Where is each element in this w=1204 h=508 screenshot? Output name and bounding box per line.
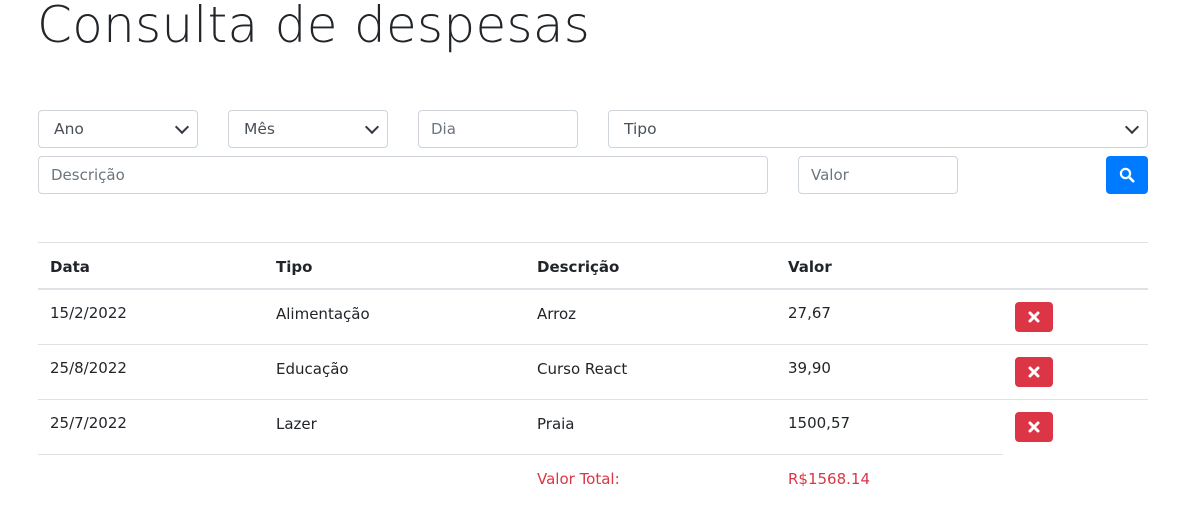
table-top-border: [38, 242, 1148, 243]
close-icon: [1028, 421, 1040, 433]
header-tipo: Tipo: [276, 258, 313, 276]
chevron-down-icon: [174, 119, 190, 134]
cell-valor: 39,90: [788, 359, 831, 377]
chevron-down-icon: [364, 119, 380, 134]
cell-tipo: Educação: [276, 360, 349, 378]
row-divider: [38, 399, 1148, 400]
valor-input-placeholder: Valor: [811, 166, 849, 184]
valor-input[interactable]: Valor: [798, 156, 958, 194]
cell-data: 25/8/2022: [50, 359, 127, 377]
cell-tipo: Alimentação: [276, 305, 370, 323]
delete-button[interactable]: [1015, 302, 1053, 332]
cell-descricao: Arroz: [537, 305, 577, 323]
chevron-down-icon: [1124, 119, 1140, 134]
mes-select[interactable]: Mês: [228, 110, 388, 148]
cell-data: 15/2/2022: [50, 304, 127, 322]
descricao-input-placeholder: Descrição: [51, 166, 125, 184]
cell-descricao: Praia: [537, 415, 575, 433]
dia-input-placeholder: Dia: [431, 120, 456, 138]
header-data: Data: [50, 258, 90, 276]
close-icon: [1028, 311, 1040, 323]
delete-button[interactable]: [1015, 357, 1053, 387]
ano-select[interactable]: Ano: [38, 110, 198, 148]
dia-input[interactable]: Dia: [418, 110, 578, 148]
cell-descricao: Curso React: [537, 360, 628, 378]
row-divider: [38, 454, 1003, 455]
header-descricao: Descrição: [537, 258, 620, 276]
total-label: Valor Total:: [537, 470, 620, 488]
cell-data: 25/7/2022: [50, 414, 127, 432]
ano-select-value: Ano: [54, 120, 84, 138]
tipo-select[interactable]: Tipo: [608, 110, 1148, 148]
table-header-border: [38, 288, 1148, 290]
search-icon: [1119, 167, 1135, 183]
header-valor: Valor: [788, 258, 832, 276]
page-title: Consulta de despesas: [37, 0, 591, 54]
mes-select-value: Mês: [244, 120, 275, 138]
cell-valor: 27,67: [788, 304, 831, 322]
row-divider: [38, 344, 1148, 345]
cell-tipo: Lazer: [276, 415, 317, 433]
delete-button[interactable]: [1015, 412, 1053, 442]
total-value: R$1568.14: [788, 470, 870, 488]
close-icon: [1028, 366, 1040, 378]
search-button[interactable]: [1106, 156, 1148, 194]
descricao-input[interactable]: Descrição: [38, 156, 768, 194]
tipo-select-value: Tipo: [624, 120, 657, 138]
cell-valor: 1500,57: [788, 414, 851, 432]
